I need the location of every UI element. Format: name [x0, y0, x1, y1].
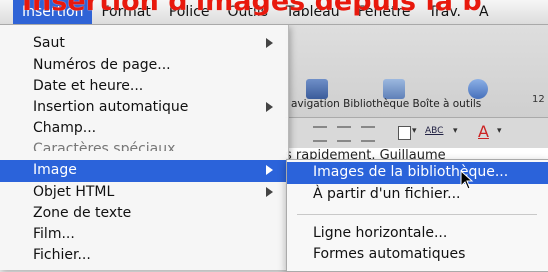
menu-item-saut[interactable]: Saut — [0, 33, 288, 55]
menu-item-numeros-de-page[interactable]: Numéros de page... — [0, 55, 288, 77]
submenu-item-label: Images de la bibliothèque... — [313, 164, 509, 180]
submenu-separator — [297, 214, 537, 215]
font-color-icon[interactable]: A — [478, 122, 489, 141]
menu-item-film[interactable]: Film... — [0, 224, 288, 246]
toolbar-label-navigation[interactable]: avigation — [291, 98, 340, 110]
menu-item-insertion-automatique[interactable]: Insertion automatique — [0, 97, 288, 119]
bullet-list-icon[interactable] — [313, 126, 327, 142]
submenu-item-label: Ligne horizontale... — [313, 225, 448, 241]
submenu-item-formes-automatiques[interactable]: Formes automatiques — [287, 244, 548, 266]
submenu-arrow-icon — [266, 187, 273, 197]
library-icon[interactable] — [383, 79, 405, 99]
menu-item-label: Numéros de page... — [33, 57, 171, 73]
increase-indent-icon[interactable] — [361, 126, 375, 142]
navigation-icon[interactable] — [306, 79, 328, 99]
menu-item-date-et-heure[interactable]: Date et heure... — [0, 76, 288, 98]
menu-item-champ[interactable]: Champ... — [0, 118, 288, 140]
menu-item-image[interactable]: Image — [0, 160, 288, 182]
menu-item-label: Date et heure... — [33, 78, 144, 94]
menu-item-label: Objet HTML — [33, 184, 115, 200]
border-icon[interactable] — [398, 126, 411, 140]
submenu-arrow-icon — [266, 102, 273, 112]
submenu-item-label: Formes automatiques — [313, 246, 466, 262]
decrease-indent-icon[interactable] — [337, 126, 351, 142]
formatting-bar: ▾ ABC ▾ A ▾ — [285, 118, 548, 148]
toolbar-label-bibliotheque[interactable]: Bibliothèque — [343, 98, 409, 110]
menu-item-label: Saut — [33, 35, 65, 51]
menu-item-label: Zone de texte — [33, 205, 132, 221]
mouse-pointer-icon — [460, 170, 474, 190]
border-dropdown-icon[interactable]: ▾ — [412, 126, 417, 136]
image-submenu: Images de la bibliothèque... À partir d'… — [286, 159, 548, 272]
highlight-dropdown-icon[interactable]: ▾ — [453, 126, 458, 136]
menu-item-label: Image — [33, 162, 77, 178]
submenu-item-images-bibliotheque[interactable]: Images de la bibliothèque... — [287, 162, 548, 184]
tutorial-headline: Insertion d'images depuis la b — [22, 0, 482, 17]
menu-item-fichier[interactable]: Fichier... — [0, 245, 288, 267]
submenu-item-ligne-horizontale[interactable]: Ligne horizontale... — [287, 223, 548, 245]
menu-item-label: Fichier... — [33, 247, 91, 263]
menu-item-label: Insertion automatique — [33, 99, 189, 115]
highlight-icon[interactable]: ABC — [425, 126, 443, 138]
submenu-arrow-icon — [266, 165, 273, 175]
toolbar-labels: avigation Bibliothèque Boîte à outils — [291, 98, 481, 110]
menu-item-label: Caractères spéciaux... — [33, 141, 189, 151]
submenu-item-label: À partir d'un fichier... — [313, 186, 461, 202]
toolbar-label-tools[interactable]: Boîte à outils — [413, 98, 482, 110]
zoom-level[interactable]: 12 — [532, 94, 545, 105]
menu-item-label: Film... — [33, 226, 75, 242]
menu-item-objet-html[interactable]: Objet HTML — [0, 182, 288, 204]
submenu-arrow-icon — [266, 38, 273, 48]
insertion-menu: Saut Numéros de page... Date et heure...… — [0, 25, 289, 270]
submenu-item-a-partir-fichier[interactable]: À partir d'un fichier... — [287, 184, 548, 206]
font-color-dropdown-icon[interactable]: ▾ — [497, 126, 502, 136]
menu-item-zone-de-texte[interactable]: Zone de texte — [0, 203, 288, 225]
menu-item-label: Champ... — [33, 120, 97, 136]
toolbox-icon[interactable] — [468, 79, 488, 99]
menu-item-caracteres-speciaux[interactable]: Caractères spéciaux... — [0, 139, 288, 151]
